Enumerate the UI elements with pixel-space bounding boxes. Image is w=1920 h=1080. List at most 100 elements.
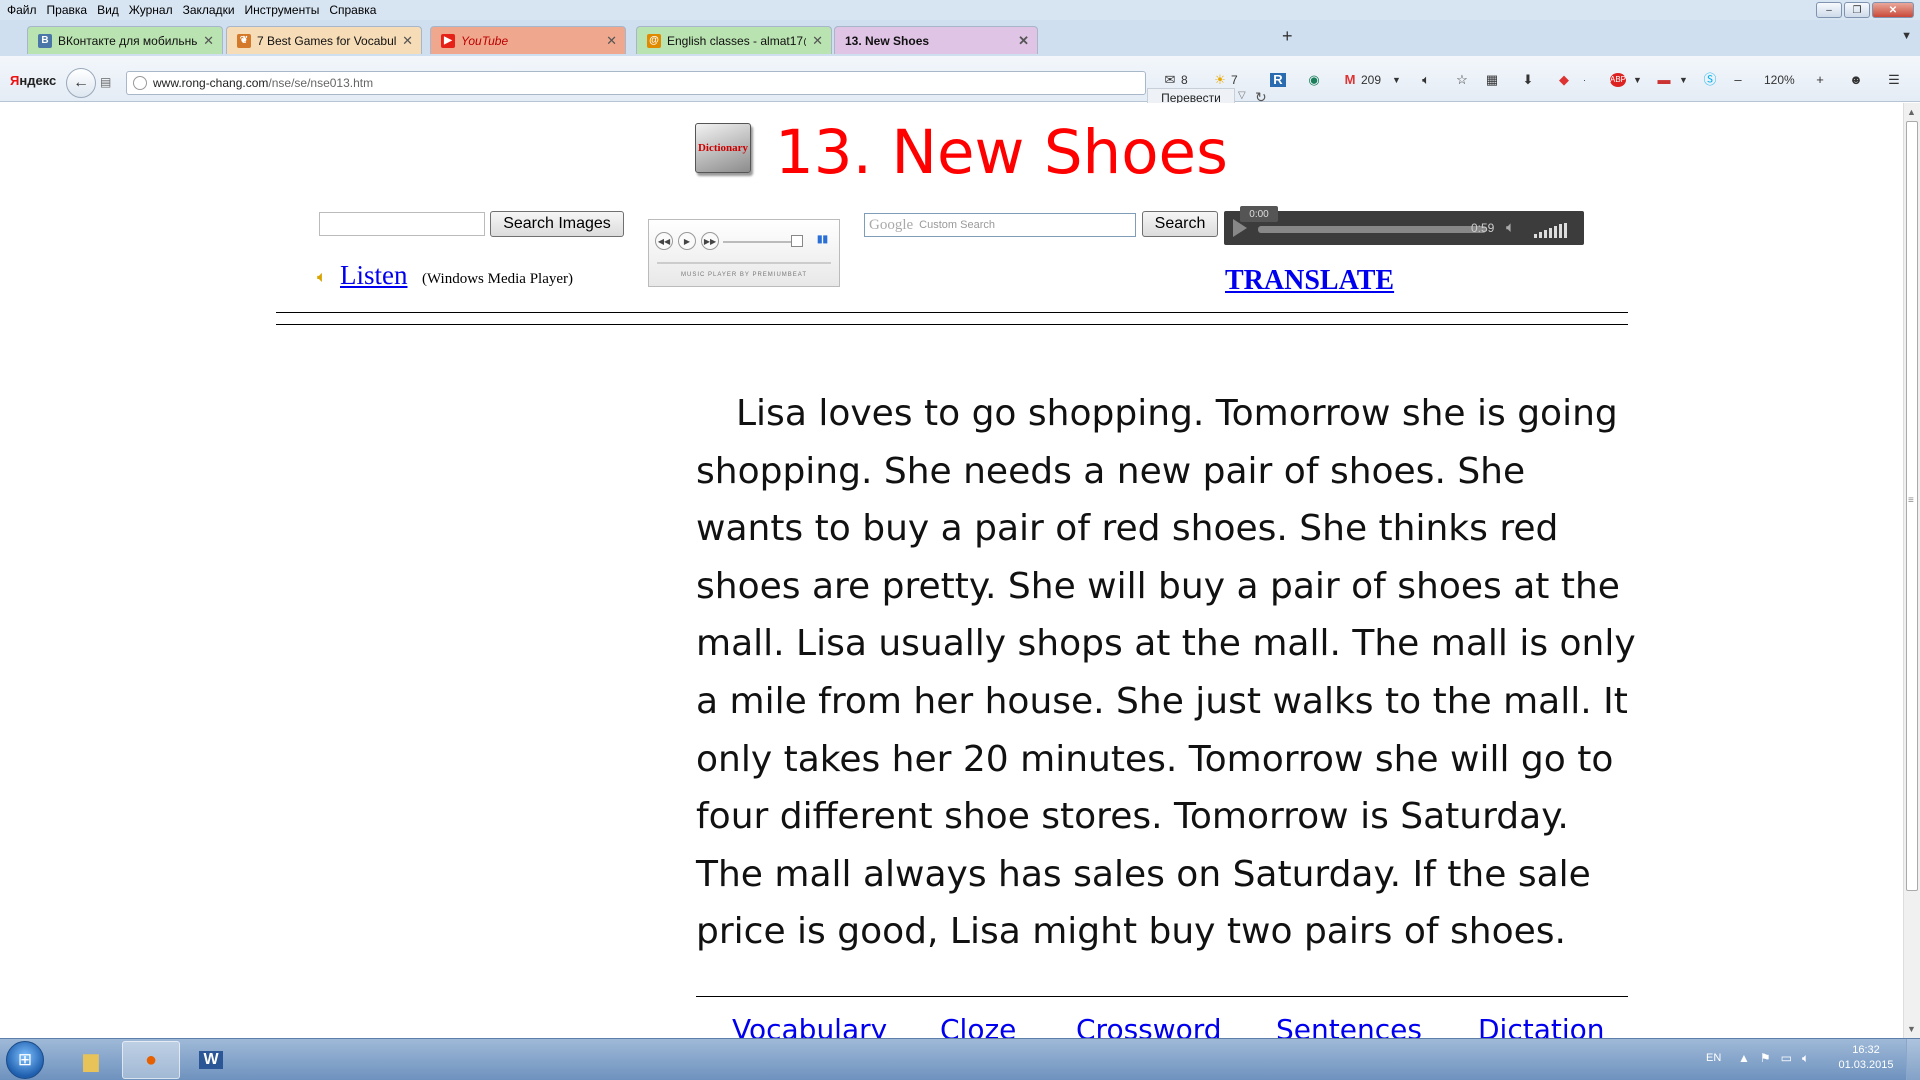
word-icon[interactable]: W [182,1041,240,1079]
menu-item[interactable]: Инструменты [245,3,320,17]
url-path: /nse/se/nse013.htm [268,76,374,90]
adblock-icon[interactable]: ABP ▼ [1610,73,1642,87]
address-bar[interactable]: www.rong-chang.com /nse/se/nse013.htm Пе… [126,71,1267,108]
minimize-button[interactable]: – [1816,2,1842,18]
volume-icon[interactable]: 🔈︎ [1802,1051,1809,1066]
sound-icon[interactable]: 🔈︎ [1418,73,1434,87]
hamburger-menu-icon[interactable]: ☰ [1886,73,1902,87]
clock[interactable]: 16:32 01.03.2015 [1836,1043,1896,1073]
volume-bars-icon[interactable]: ▮▮ [817,234,828,245]
clipboard-icon[interactable]: ▦ [1484,73,1500,87]
bird-icon: ❦ [237,33,251,48]
page-title: 13. New Shoes [775,117,1228,188]
translate-link[interactable]: TRANSLATE [1225,265,1394,297]
file-explorer-icon[interactable]: ▆ [62,1041,120,1079]
navigation-bar: Яндекс ← ▤ www.rong-chang.com /nse/se/ns… [0,56,1920,108]
network-icon[interactable]: ▭ [1781,1051,1792,1066]
image-search-input[interactable] [319,212,485,236]
tab-label: 13. New Shoes [845,33,930,48]
tab-label: ВКонтакте для мобильных устр... [58,33,198,48]
menu-item[interactable]: Файл [7,3,37,17]
music-slider-knob[interactable] [791,235,803,247]
tab-list-icon[interactable]: ▼ [1901,30,1912,42]
play-icon[interactable]: ▶ [678,232,696,250]
system-tray: ▲ ⚑ ▭ 🔈︎ [1738,1051,1809,1066]
audio-progress-bar[interactable] [1258,226,1486,233]
audio-play-icon[interactable] [1233,219,1247,237]
clock-time: 16:32 [1852,1044,1880,1056]
restore-button[interactable]: ❐ [1844,2,1870,18]
history-icon[interactable]: ▤ [100,75,111,89]
zoom-in-button[interactable]: + [1812,73,1828,87]
taskbar: ⊞ ▆ ● W EN ▲ ⚑ ▭ 🔈︎ 16:32 01.03.2015 [0,1038,1920,1080]
flag-icon[interactable]: ⚑ [1760,1051,1771,1066]
close-window-button[interactable]: ✕ [1872,2,1914,18]
zoom-out-button[interactable]: – [1730,73,1746,87]
divider [696,996,1628,997]
window-controls: – ❐ ✕ [1816,2,1914,18]
google-search-input[interactable]: Google Custom Search [864,213,1136,237]
extension-r-icon[interactable]: R [1270,73,1286,87]
link-sentences[interactable]: Sentences [1276,1013,1422,1038]
tab-2[interactable]: ▶ YouTube ✕ [430,26,626,54]
scroll-down-icon[interactable]: ▼ [1907,1024,1916,1034]
music-player: ◀◀ ▶ ▶▶ ▮▮ MUSIC PLAYER BY PREMIUMBEAT [648,219,840,287]
skype-icon[interactable]: Ⓢ [1702,73,1718,87]
yandex-logo[interactable]: Яндекс [10,73,56,88]
mail-counter[interactable]: ✉ 8 [1162,73,1188,88]
back-button[interactable]: ← [66,68,96,98]
forward-icon[interactable]: ▶▶ [701,232,719,250]
menu-item[interactable]: Журнал [129,3,173,17]
close-tab-icon[interactable]: ✕ [1018,33,1029,49]
google-search-button[interactable]: Search [1142,211,1218,237]
scroll-thumb[interactable] [1906,121,1918,891]
audio-volume-icon[interactable] [1534,223,1567,238]
audio-mute-icon[interactable]: 🔈︎ [1506,219,1515,236]
close-tab-icon[interactable]: ✕ [402,33,413,49]
listen-link[interactable]: Listen [340,260,408,291]
menu-item[interactable]: Правка [47,3,88,17]
start-button[interactable]: ⊞ [6,1041,44,1079]
url-host: www.rong-chang.com [153,76,269,90]
close-tab-icon[interactable]: ✕ [606,33,617,49]
gmail-icon: M [1344,72,1356,87]
extension-globe-icon[interactable]: ◉ [1306,73,1322,87]
weather-widget[interactable]: ☀ 7 [1212,73,1238,88]
gmail-counter[interactable]: M 209 ▼ [1342,72,1401,88]
color-extension-icon[interactable]: ◆ · [1556,73,1586,87]
audio-duration: 0:59 [1471,221,1495,235]
tab-4[interactable]: 13. New Shoes ✕ [834,26,1038,54]
dictionary-icon[interactable]: Dictionary [695,123,751,173]
menu-item[interactable]: Справка [329,3,376,17]
vertical-scrollbar[interactable]: ▲ ≡ ▼ [1903,103,1920,1038]
link-dictation[interactable]: Dictation [1478,1013,1605,1038]
link-crossword[interactable]: Crossword [1076,1013,1222,1038]
tab-3[interactable]: @ English classes - almat17@mail.r... ✕ [636,26,832,54]
page-content: Dictionary 13. New Shoes Search Images 🔈… [0,103,1900,1038]
scroll-up-icon[interactable]: ▲ [1907,107,1916,117]
download-icon[interactable]: ⬇ [1520,73,1536,87]
menu-item[interactable]: Закладки [183,3,235,17]
rewind-icon[interactable]: ◀◀ [655,232,673,250]
chevron-down-icon[interactable]: ▽ [1238,90,1246,101]
tab-1[interactable]: ❦ 7 Best Games for Vocabulary Class ✕ [226,26,422,54]
close-tab-icon[interactable]: ✕ [203,33,214,49]
search-images-button[interactable]: Search Images [490,211,624,237]
flag-extension-icon[interactable]: ▬ ▼ [1656,73,1688,87]
music-divider [657,262,831,264]
language-indicator[interactable]: EN [1706,1052,1721,1064]
menu-item[interactable]: Вид [97,3,119,17]
youtube-icon: ▶ [441,33,455,48]
new-tab-button[interactable]: + [1282,26,1293,47]
show-desktop-button[interactable] [1906,1039,1920,1080]
menu-bar: Файл Правка Вид Журнал Закладки Инструменты Сп… [0,0,1920,20]
chat-icon[interactable]: ☻ [1848,73,1864,87]
tray-expand-icon[interactable]: ▲ [1738,1051,1750,1066]
bookmark-star-icon[interactable]: ☆ [1454,73,1470,87]
tab-label: 7 Best Games for Vocabulary Class [257,33,397,48]
link-cloze[interactable]: Cloze [940,1013,1016,1038]
tab-0[interactable]: B ВКонтакте для мобильных устр... ✕ [27,26,223,54]
firefox-icon[interactable]: ● [122,1041,180,1079]
link-vocabulary[interactable]: Vocabulary [732,1013,887,1038]
close-tab-icon[interactable]: ✕ [812,33,823,49]
